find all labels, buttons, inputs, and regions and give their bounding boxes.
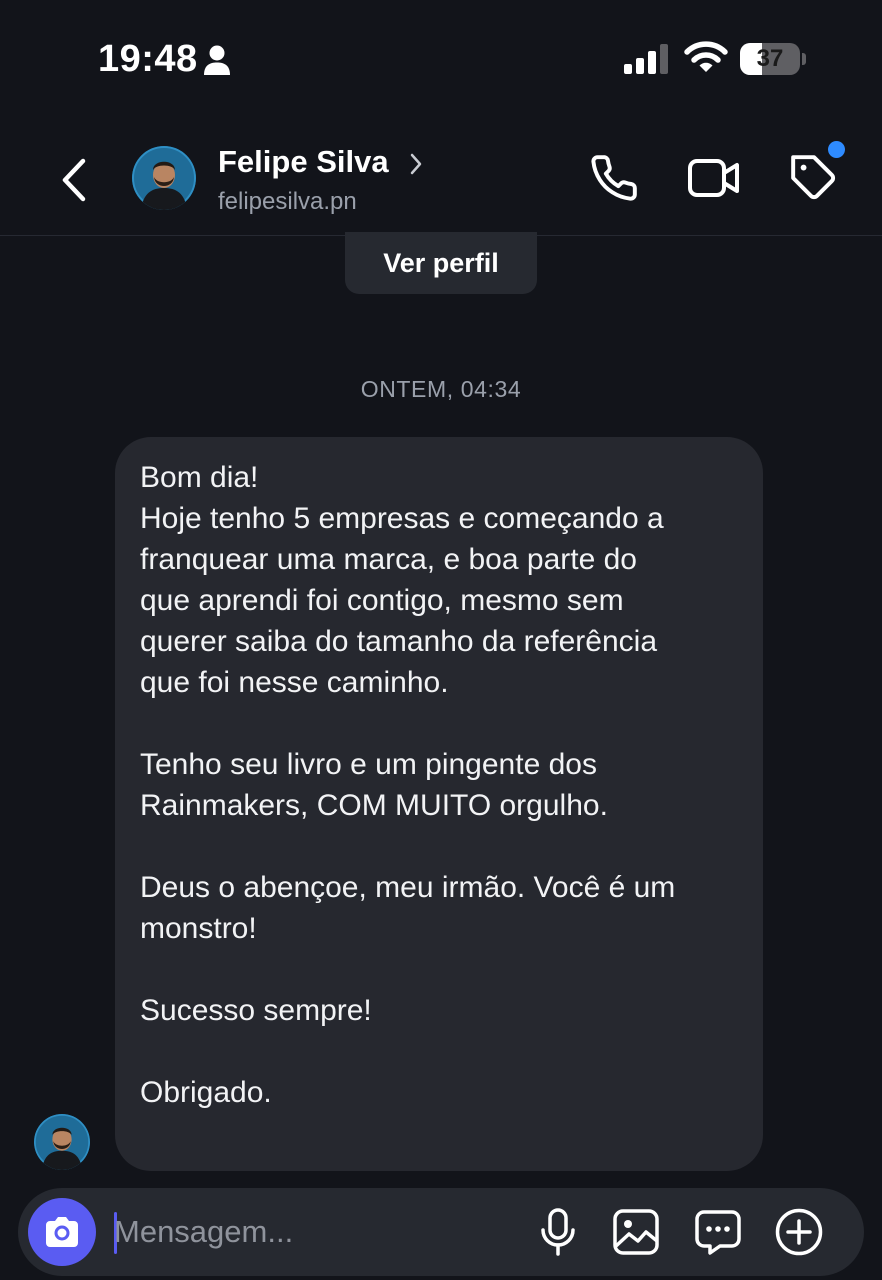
gallery-button[interactable] xyxy=(610,1206,662,1258)
profile-photo-icon xyxy=(132,146,196,210)
audio-call-button[interactable] xyxy=(584,148,644,208)
add-content-button[interactable] xyxy=(773,1206,825,1258)
contact-name[interactable]: Felipe Silva xyxy=(218,144,389,180)
back-button[interactable] xyxy=(48,150,100,210)
person-icon xyxy=(204,45,230,75)
conversation-header: Felipe Silva felipesilva.pn xyxy=(0,120,882,236)
microphone-icon xyxy=(541,1208,575,1256)
camera-button[interactable] xyxy=(28,1198,96,1266)
message-composer xyxy=(18,1188,864,1276)
sticker-chat-icon xyxy=(695,1210,741,1255)
camera-icon xyxy=(46,1217,78,1247)
tag-icon xyxy=(791,155,836,200)
chevron-left-icon xyxy=(62,158,86,202)
message-text: Bom dia! Hoje tenho 5 empresas e começan… xyxy=(140,461,676,1109)
battery-indicator: 37 xyxy=(740,43,806,75)
voice-message-button[interactable] xyxy=(532,1206,584,1258)
message-input[interactable] xyxy=(114,1208,514,1256)
video-call-button[interactable] xyxy=(684,148,744,208)
signal-icon xyxy=(624,44,668,74)
phone-icon xyxy=(591,155,637,201)
notification-dot xyxy=(828,141,845,158)
contact-username[interactable]: felipesilva.pn xyxy=(218,188,357,216)
sticker-button[interactable] xyxy=(692,1206,744,1258)
dm-conversation-screen: 19:48 37 Felipe Silva felipesilva.pn Ver… xyxy=(0,0,882,1280)
status-time: 19:48 xyxy=(98,38,198,80)
plus-circle-icon xyxy=(775,1208,823,1256)
received-message-bubble[interactable]: Bom dia! Hoje tenho 5 empresas e começan… xyxy=(115,437,763,1171)
wifi-icon xyxy=(684,41,728,72)
sender-avatar[interactable] xyxy=(34,1114,90,1170)
battery-percent: 37 xyxy=(756,45,784,72)
chevron-right-icon[interactable] xyxy=(406,150,426,178)
image-icon xyxy=(613,1209,659,1255)
contact-avatar[interactable] xyxy=(132,146,196,210)
view-profile-button[interactable]: Ver perfil xyxy=(345,232,537,294)
message-timestamp: ONTEM, 04:34 xyxy=(360,376,522,402)
video-camera-icon xyxy=(688,159,739,197)
status-bar: 19:48 37 xyxy=(0,0,882,120)
profile-photo-icon xyxy=(34,1114,90,1170)
